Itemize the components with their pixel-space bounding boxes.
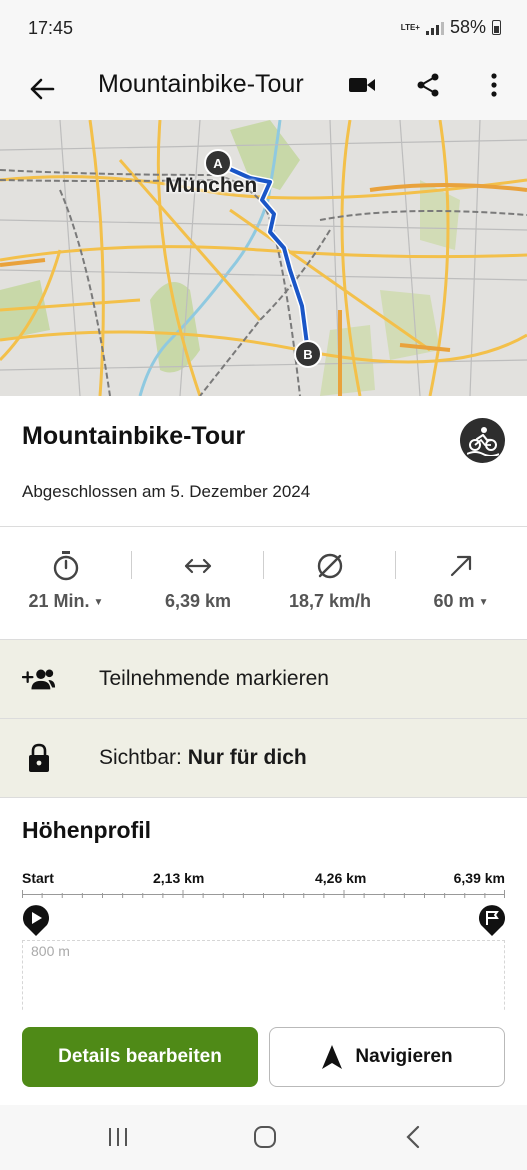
ascent-icon [395,551,527,581]
tag-participants-label: Teilnehmende markieren [99,667,329,690]
stat-speed-value: 18,7 km/h [288,591,372,611]
stat-distance-value: 6,39 km [164,591,232,611]
stat-distance: 6,39 km [132,527,264,639]
back-nav-icon[interactable] [393,1119,433,1155]
stat-ascent-value: 60 m [433,591,475,611]
status-bar: 17:45 LTE+ 58% [0,0,527,58]
navigate-label: Navigieren [355,1046,453,1067]
navigate-button[interactable]: Navigieren [269,1027,505,1087]
visibility-row[interactable]: Sichtbar: Nur für dich [0,719,527,797]
end-marker: B [294,340,322,368]
home-icon[interactable] [245,1119,285,1155]
finish-flag-icon [478,905,506,937]
tick-label: 2,13 km [153,870,205,886]
bottom-action-bar: Details bearbeiten Navigieren [0,1010,527,1105]
system-nav-bar [0,1105,527,1170]
stat-duration[interactable]: 21 Min. ▼ [0,527,132,639]
elevation-distance-axis: Start 2,13 km 4,26 km 6,39 km [22,870,505,900]
tour-title: Mountainbike-Tour [22,422,246,450]
add-people-icon [22,662,56,696]
elevation-y-label: 800 m [31,943,70,959]
battery-percent: 58% [449,17,486,37]
map-city-label: München [165,174,258,197]
video-camera-icon[interactable] [340,63,384,107]
more-options-icon[interactable] [472,63,516,107]
visibility-prefix: Sichtbar: [99,746,188,769]
stopwatch-icon [0,551,132,581]
signal-icon [425,21,444,35]
route-map[interactable]: München A B [0,120,527,396]
stat-duration-value: 21 Min. [28,591,90,611]
start-marker-label: A [213,155,223,171]
battery-icon [492,20,501,35]
start-marker: A [204,149,232,177]
dropdown-caret-icon: ▼ [478,597,489,608]
start-play-icon [22,905,50,937]
dropdown-caret-icon: ▼ [93,597,104,608]
app-bar: Mountainbike-Tour [0,58,527,120]
back-arrow-icon[interactable] [22,67,62,111]
tick-label-start: Start [22,870,54,886]
end-marker-label: B [303,346,313,362]
stat-speed: 18,7 km/h [264,527,396,639]
elevation-title: Höhenprofil [22,817,152,843]
tick-label-end: 6,39 km [453,870,505,886]
network-type: LTE+ [400,22,420,32]
edit-details-button[interactable]: Details bearbeiten [22,1027,258,1087]
recent-apps-icon[interactable] [98,1119,138,1155]
page-title: Mountainbike-Tour [98,70,304,98]
axis-ticks [22,890,505,898]
divider [0,797,527,798]
tag-participants-row[interactable]: Teilnehmende markieren [0,640,527,718]
visibility-value: Nur für dich [187,746,307,769]
status-indicators: LTE+ 58% [401,17,501,38]
lock-icon [22,741,56,775]
distance-icon [132,551,264,581]
tick-label: 4,26 km [315,870,367,886]
average-speed-icon [264,551,396,581]
completed-date: Abgeschlossen am 5. Dezember 2024 [22,482,311,501]
mountain-bike-icon[interactable] [460,418,505,463]
navigation-arrow-icon [322,1045,343,1069]
tour-stats: 21 Min. ▼ 6,39 km 18,7 km/h 60 m ▼ [0,527,527,639]
elevation-chart: 800 m [22,940,505,1020]
visibility-label: Sichtbar: Nur für dich [99,746,307,770]
share-icon[interactable] [406,63,450,107]
stat-ascent[interactable]: 60 m ▼ [395,527,527,639]
status-time: 17:45 [28,18,74,38]
